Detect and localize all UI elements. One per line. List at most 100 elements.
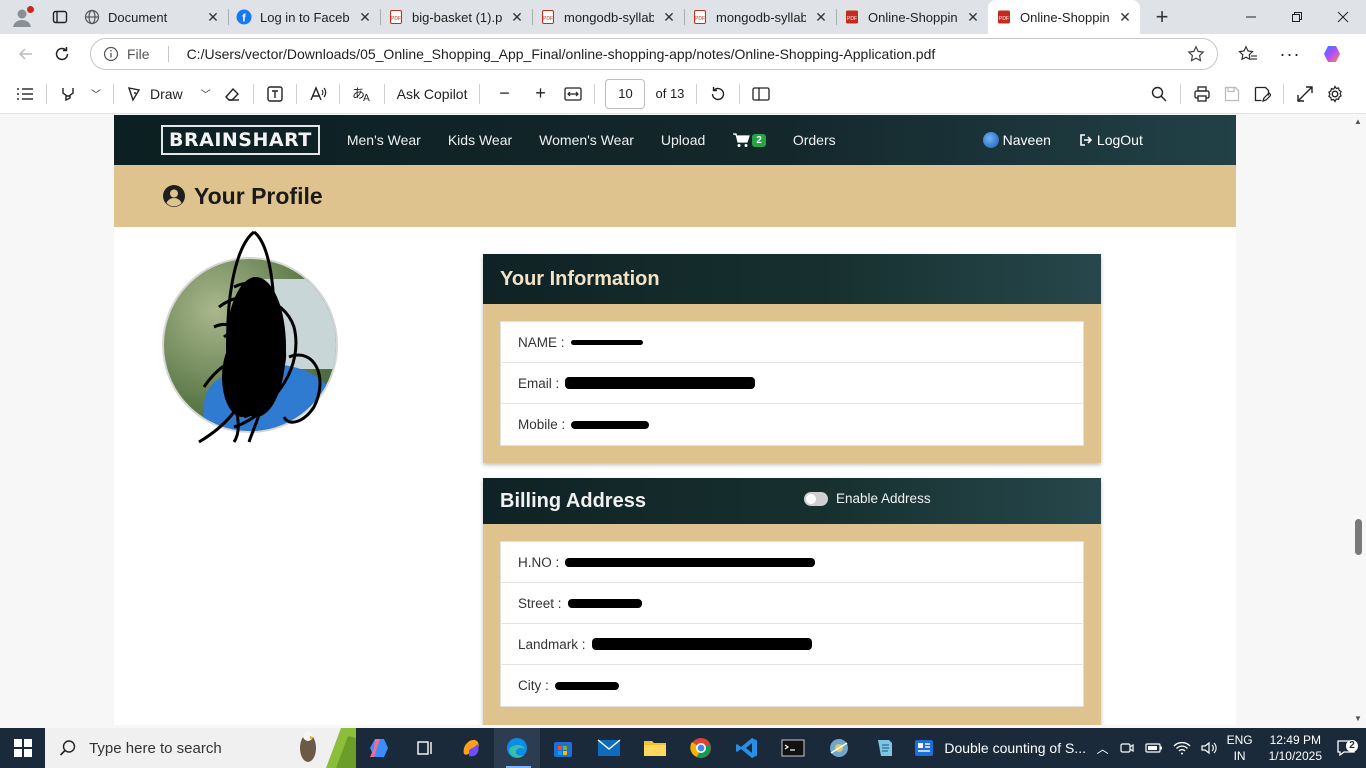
save-button[interactable] — [1217, 78, 1247, 110]
new-tab-button[interactable]: + — [1140, 0, 1184, 34]
chevron-down-icon[interactable]: ﹀ — [201, 86, 211, 101]
nav-link-upload[interactable]: Upload — [661, 132, 705, 148]
scroll-up-icon[interactable]: ▲ — [1354, 117, 1362, 126]
tab-mongodb-syllabus-2[interactable]: PDF mongodb-syllabus ✕ — [684, 0, 836, 34]
zoom-out-button[interactable]: − — [486, 78, 522, 110]
translate-button[interactable]: あA — [346, 78, 378, 110]
user-menu[interactable]: Naveen — [982, 132, 1051, 148]
page-view-button[interactable] — [746, 78, 776, 110]
restore-button[interactable] — [1274, 0, 1320, 34]
read-aloud-button[interactable] — [303, 78, 333, 110]
scroll-down-icon[interactable]: ▼ — [1354, 714, 1362, 723]
chevron-down-icon[interactable]: ﹀ — [91, 86, 101, 101]
close-icon[interactable]: ✕ — [966, 9, 980, 26]
taskbar-edge[interactable] — [494, 728, 541, 768]
tab-title: Document — [108, 9, 168, 25]
chevron-up-icon[interactable]: ︿ — [1097, 740, 1109, 757]
taskbar-app-gear[interactable] — [816, 728, 862, 768]
close-icon[interactable]: ✕ — [1118, 9, 1132, 26]
profile-button[interactable] — [0, 0, 44, 34]
rotate-button[interactable] — [703, 78, 733, 110]
highlight-button[interactable]: ﹀ — [53, 78, 107, 110]
taskbar-vscode[interactable] — [724, 728, 770, 768]
settings-more-button[interactable]: ··· — [1272, 38, 1308, 70]
notification-center-button[interactable]: 2 — [1332, 738, 1360, 758]
nav-link-kids-wear[interactable]: Kids Wear — [448, 132, 512, 148]
copilot-button[interactable] — [1314, 38, 1350, 70]
taskbar-clock[interactable]: 12:49 PM 1/10/2025 — [1269, 732, 1322, 764]
tab-facebook[interactable]: f Log in to Facebook ✕ — [228, 0, 380, 34]
taskbar-file-explorer[interactable] — [632, 728, 678, 768]
save-as-button[interactable] — [1247, 78, 1277, 110]
taskbar-search[interactable]: Type here to search — [45, 728, 356, 768]
close-window-button[interactable] — [1320, 0, 1366, 34]
favorite-star-icon[interactable] — [1187, 45, 1205, 63]
tab-actions-button[interactable] — [44, 0, 76, 34]
tab-big-basket-pdf[interactable]: PDF big-basket (1).pdf ✕ — [380, 0, 532, 34]
enable-address-toggle[interactable]: Enable Address — [804, 491, 931, 506]
zoom-in-button[interactable]: + — [522, 78, 558, 110]
minimize-button[interactable] — [1228, 0, 1274, 34]
meet-now-icon[interactable] — [1119, 740, 1135, 756]
fit-page-button[interactable] — [558, 78, 588, 110]
window-controls — [1228, 0, 1366, 34]
favorites-button[interactable] — [1230, 38, 1266, 70]
input-language[interactable]: ENG IN — [1227, 732, 1253, 764]
info-icon[interactable] — [103, 46, 119, 62]
cart-link[interactable]: 2 — [732, 132, 766, 148]
pdf-settings-button[interactable] — [1320, 78, 1350, 110]
browser-tab-strip: Document ✕ f Log in to Facebook ✕ PDF bi… — [0, 0, 1366, 34]
tab-mongodb-syllabus-1[interactable]: PDF mongodb-syllabus ✕ — [532, 0, 684, 34]
close-icon[interactable]: ✕ — [206, 9, 220, 26]
pdf-scrollbar[interactable]: ▲ ▼ — [1350, 115, 1366, 725]
field-label: H.NO : — [518, 554, 560, 570]
scroll-thumb[interactable] — [1355, 519, 1362, 555]
omnibox[interactable]: File C:/Users/vector/Downloads/05_Online… — [90, 38, 1218, 70]
pdf-viewport[interactable]: BRAINSHART Men's Wear Kids Wear Women's … — [0, 115, 1366, 725]
nav-link-womens-wear[interactable]: Women's Wear — [539, 132, 634, 148]
reload-button[interactable] — [44, 38, 80, 70]
taskbar-mail[interactable] — [586, 728, 632, 768]
erase-button[interactable] — [217, 78, 247, 110]
minimize-icon — [1246, 16, 1256, 18]
logout-link[interactable]: LogOut — [1079, 132, 1143, 148]
battery-icon[interactable] — [1144, 741, 1163, 755]
start-button[interactable] — [0, 728, 45, 768]
taskbar-notepad[interactable] — [862, 728, 908, 768]
taskbar-chrome[interactable] — [678, 728, 724, 768]
toggle-switch[interactable] — [804, 491, 828, 506]
logout-icon — [1080, 134, 1093, 146]
taskbar-news-widget[interactable]: Double counting of S... — [908, 728, 1096, 768]
svg-text:PDF: PDF — [847, 16, 857, 22]
wifi-icon[interactable] — [1173, 741, 1191, 755]
tab-title: Log in to Facebook — [260, 9, 350, 25]
fullscreen-button[interactable] — [1290, 78, 1320, 110]
card-body: NAME : Email : Mobile : — [483, 304, 1101, 463]
close-icon[interactable]: ✕ — [358, 9, 372, 26]
print-button[interactable] — [1187, 78, 1217, 110]
add-text-button[interactable] — [260, 78, 290, 110]
taskbar-terminal[interactable] — [770, 728, 816, 768]
back-button[interactable] — [8, 38, 44, 70]
ask-copilot-button[interactable]: Ask Copilot — [391, 78, 474, 110]
url-text[interactable]: C:/Users/vector/Downloads/05_Online_Shop… — [187, 46, 1179, 62]
copilot-taskbar-icon[interactable] — [356, 728, 402, 768]
contents-button[interactable] — [10, 78, 40, 110]
tab-online-shopping-1[interactable]: PDF Online-Shopping ✕ — [836, 0, 988, 34]
task-view-button[interactable] — [402, 728, 448, 768]
taskbar-store[interactable] — [540, 728, 586, 768]
volume-icon[interactable] — [1200, 741, 1217, 755]
taskbar-copilot-app[interactable] — [448, 728, 494, 768]
close-icon[interactable]: ✕ — [662, 9, 676, 26]
tab-document[interactable]: Document ✕ — [76, 0, 228, 34]
close-icon[interactable]: ✕ — [510, 9, 524, 26]
page-number-input[interactable]: 10 — [605, 78, 646, 109]
nav-link-mens-wear[interactable]: Men's Wear — [347, 132, 421, 148]
tab-online-shopping-active[interactable]: PDF Online-Shopping ✕ — [988, 0, 1140, 34]
close-icon[interactable]: ✕ — [814, 9, 828, 26]
find-button[interactable] — [1144, 78, 1174, 110]
field-label: Landmark : — [518, 636, 586, 652]
card-body: H.NO : Street : Landmark : City : — [483, 524, 1101, 724]
draw-button[interactable]: Draw ﹀ — [120, 78, 217, 110]
nav-link-orders[interactable]: Orders — [793, 132, 836, 148]
